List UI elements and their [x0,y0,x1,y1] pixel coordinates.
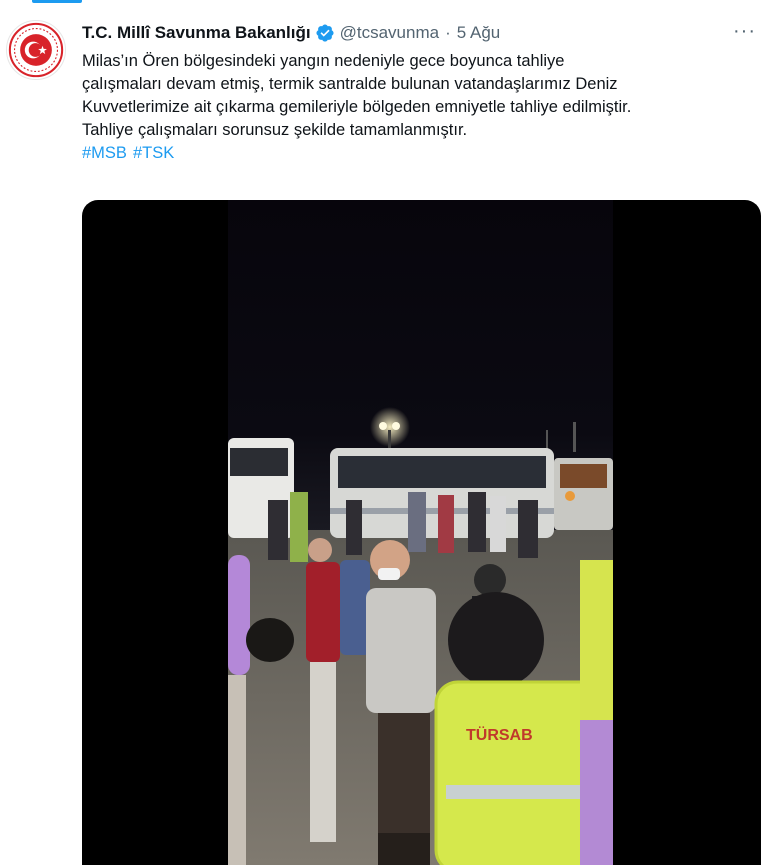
tweet-text-line: Kuvvetlerimize ait çıkarma gemileriyle b… [82,98,632,116]
more-options-icon[interactable]: ··· [733,20,756,43]
video-frame: TÜRSAB [228,200,613,865]
verified-badge-icon [315,23,335,43]
tweet-text-line: Tahliye çalışmaları sorunsuz şekilde tam… [82,121,468,139]
tweet-text: Milas’ın Ören bölgesindeki yangın nedeni… [82,50,762,165]
account-handle[interactable]: @tcsavunma [340,23,439,43]
tweet-header: T.C. Millî Savunma Bakanlığı @tcsavunma … [82,20,756,46]
hashtag-msb[interactable]: #MSB [82,144,127,162]
account-name[interactable]: T.C. Millî Savunma Bakanlığı [82,23,311,43]
night-evacuation-scene: TÜRSAB [228,200,613,865]
tweet-text-line: çalışmaları devam etmiş, termik santrald… [82,75,618,93]
avatar[interactable] [6,20,66,80]
ministry-emblem-icon [8,22,64,78]
separator-dot: · [445,23,451,42]
tweet-text-line: Milas’ın Ören bölgesindeki yangın nedeni… [82,52,565,70]
vest-text: TÜRSAB [466,725,533,744]
hashtag-tsk[interactable]: #TSK [133,144,174,162]
hashtags: #MSB #TSK [82,142,762,165]
video-player[interactable]: TÜRSAB [82,200,761,865]
tweet[interactable]: T.C. Millî Savunma Bakanlığı @tcsavunma … [0,0,770,865]
tweet-timestamp[interactable]: 5 Ağu [457,23,501,43]
